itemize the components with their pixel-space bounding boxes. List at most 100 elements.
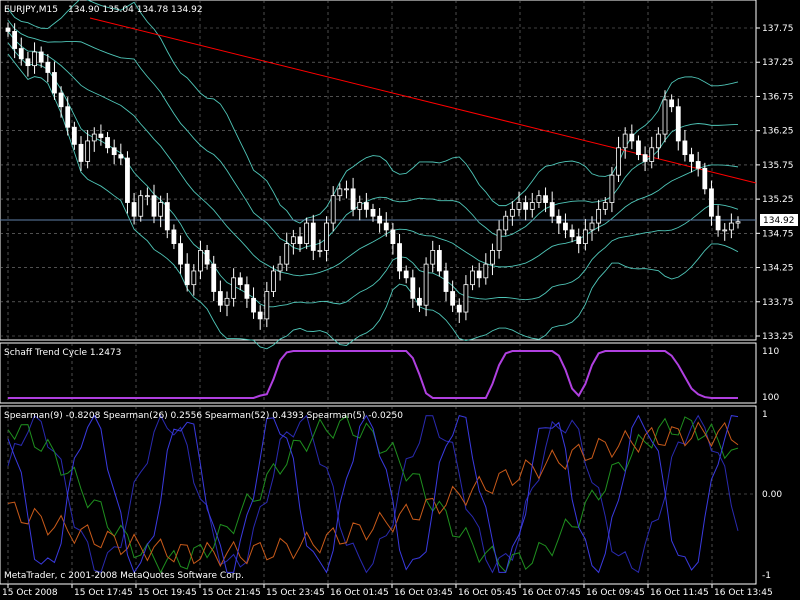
candle-body [58, 92, 64, 108]
candle-body [622, 133, 628, 149]
candle-body [735, 221, 741, 224]
time-label: 15 Oct 17:45 [74, 588, 133, 598]
candle-body [144, 195, 150, 198]
candle-body [25, 58, 31, 67]
candle-body [397, 243, 402, 272]
candle-body [118, 154, 124, 159]
candle-body [151, 195, 157, 217]
price-label: 136.25 [762, 127, 794, 137]
candle-body [237, 277, 243, 286]
main-panel[interactable] [0, 0, 757, 341]
candle-body [483, 263, 489, 279]
time-axis: 15 Oct 2008 15 Oct 17:45 15 Oct 19:45 15 Oc… [2, 584, 773, 598]
candle-body [490, 250, 495, 265]
chart-canvas[interactable]: EURJPY,M15 134.90 135.04 134.78 134.92 S… [0, 0, 800, 600]
price-label: 136.75 [762, 92, 794, 102]
candle-body [171, 229, 177, 245]
candle-body [158, 202, 164, 217]
candle-body [32, 51, 37, 67]
candle-body [642, 154, 648, 162]
time-label: 16 Oct 09:45 [586, 588, 645, 598]
candle-body [251, 297, 256, 313]
candle-body [543, 195, 548, 203]
candle-body [596, 208, 602, 224]
candle-body [317, 250, 323, 252]
candle-body [722, 229, 728, 232]
candle-body [271, 270, 276, 292]
time-label: 15 Oct 21:45 [202, 588, 261, 598]
symbol-title: EURJPY,M15 [4, 5, 58, 15]
candle-body [509, 208, 515, 217]
candle-body [244, 284, 250, 299]
candle-body [297, 236, 303, 244]
candle-body [324, 222, 329, 251]
candle-body [582, 229, 588, 245]
spearman-axis-bottom: -1 [762, 571, 771, 581]
candle-body [523, 202, 529, 210]
candle-body [589, 222, 595, 231]
candle-body [350, 188, 356, 210]
spearman-axis-mid: 0.00 [762, 490, 782, 500]
candle-body [363, 202, 369, 210]
price-label: 137.75 [762, 24, 794, 34]
candle-body [689, 154, 694, 162]
price-label: 133.25 [762, 332, 794, 342]
candle-body [569, 229, 575, 238]
candle-body [18, 48, 24, 60]
candle-body [264, 291, 270, 320]
schaff-axis-top: 110 [762, 347, 779, 357]
candle-body [38, 51, 44, 63]
candle-body [675, 106, 681, 142]
candle-body [728, 222, 734, 231]
candle-body [390, 229, 396, 245]
candle-body [576, 236, 582, 244]
candle-body [503, 215, 509, 231]
candle-body [456, 304, 462, 313]
price-label: 134.75 [762, 229, 794, 239]
candle-body [184, 263, 190, 286]
copyright: MetaTrader, c 2001-2008 MetaQuotes Softw… [4, 571, 244, 581]
candle-body [443, 270, 449, 292]
price-label: 135.75 [762, 161, 794, 171]
candle-body [695, 161, 701, 169]
candle-body [403, 270, 409, 279]
candle-body [516, 202, 522, 210]
candle-body [563, 222, 568, 231]
candle-body [52, 72, 57, 94]
candle-body [191, 270, 197, 286]
candle-body [636, 140, 641, 156]
candle-body [602, 202, 608, 210]
candle-body [125, 157, 130, 203]
schaff-title: Schaff Trend Cycle 1.2473 [4, 348, 121, 358]
candle-body [496, 229, 502, 251]
candle-body [682, 140, 688, 156]
spearman-panel[interactable] [0, 405, 757, 585]
candle-body [383, 222, 389, 231]
candle-body [105, 137, 110, 149]
price-axis: 137.75 137.25 136.75 136.25 135.75 135.25 134.… [756, 24, 794, 342]
candle-body [470, 270, 475, 286]
candle-body [337, 188, 343, 197]
candle-body [549, 202, 555, 217]
time-label: 15 Oct 19:45 [138, 588, 197, 598]
candle-body [138, 195, 144, 217]
price-label: 133.75 [762, 298, 794, 308]
candle-body [5, 27, 11, 32]
candle-body [536, 195, 542, 203]
candle-body [290, 236, 296, 244]
candle-body [277, 263, 283, 272]
time-label: 16 Oct 05:45 [458, 588, 517, 598]
candle-body [417, 297, 422, 306]
current-price-label: 134.92 [763, 216, 795, 226]
candle-body [616, 147, 621, 176]
time-label: 16 Oct 11:45 [650, 588, 709, 598]
time-label: 16 Oct 07:45 [522, 588, 581, 598]
candle-body [423, 263, 429, 306]
candle-body [12, 31, 18, 49]
candle-body [649, 147, 655, 162]
candle-body [556, 215, 562, 224]
time-label: 16 Oct 01:45 [330, 588, 389, 598]
candle-body [370, 208, 376, 217]
candle-body [284, 243, 290, 265]
spearman-axis-top: 1 [762, 410, 768, 420]
